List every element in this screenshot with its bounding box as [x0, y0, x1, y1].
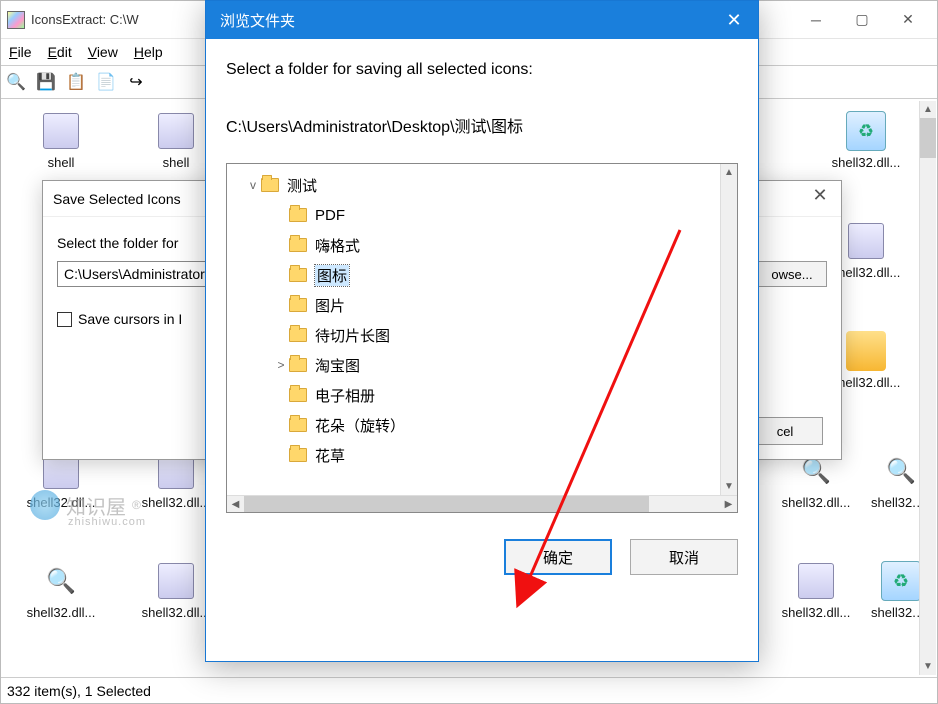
- tree-item-label: 电子相册: [315, 385, 375, 406]
- folder-icon: [289, 358, 307, 372]
- scroll-thumb[interactable]: [920, 118, 936, 158]
- tree-item[interactable]: 花朵（旋转）: [231, 410, 733, 440]
- watermark-logo-icon: [30, 490, 60, 520]
- ok-button[interactable]: 确定: [504, 539, 612, 575]
- folder-icon: [289, 298, 307, 312]
- tree-horizontal-scrollbar[interactable]: ◀ ▶: [227, 495, 737, 512]
- list-item[interactable]: shell32.dll...: [816, 111, 916, 170]
- browse-folder-dialog: 浏览文件夹 ✕ Select a folder for saving all s…: [205, 0, 759, 662]
- search-icon[interactable]: 🔍: [5, 71, 27, 93]
- scroll-down-icon[interactable]: ▼: [920, 658, 936, 675]
- save-icon[interactable]: 💾: [35, 71, 57, 93]
- tree-item-label: 图片: [315, 295, 345, 316]
- folder-icon: [289, 418, 307, 432]
- scroll-left-icon[interactable]: ◀: [227, 499, 244, 510]
- status-text: 332 item(s), 1 Selected: [7, 683, 151, 699]
- tree-item-label: 花草: [315, 445, 345, 466]
- close-icon[interactable]: ✕: [710, 1, 758, 39]
- exit-icon[interactable]: ↪: [125, 71, 147, 93]
- tree-item-label: 待切片长图: [315, 325, 390, 346]
- list-item[interactable]: shell32.dll...: [766, 561, 866, 620]
- tree-vertical-scrollbar[interactable]: ▲ ▼: [720, 164, 737, 495]
- tree-item-label: 花朵（旋转）: [315, 415, 405, 436]
- folder-icon: [289, 328, 307, 342]
- folder-icon: [261, 178, 279, 192]
- folder-icon: [289, 238, 307, 252]
- tree-item-label: PDF: [315, 207, 345, 224]
- tree-item-label: 淘宝图: [315, 355, 360, 376]
- tree-item[interactable]: PDF: [231, 200, 733, 230]
- watermark: 知识屋® zhishiwu.com: [30, 490, 141, 520]
- copy-icon[interactable]: 📋: [65, 71, 87, 93]
- tree-item[interactable]: > 淘宝图: [231, 350, 733, 380]
- expand-icon[interactable]: >: [273, 358, 289, 372]
- tree-item-label: 图标: [315, 265, 349, 286]
- properties-icon[interactable]: 📄: [95, 71, 117, 93]
- statusbar: 332 item(s), 1 Selected: [1, 677, 937, 703]
- expand-icon[interactable]: v: [245, 178, 261, 192]
- tree-item[interactable]: 待切片长图: [231, 320, 733, 350]
- scroll-up-icon[interactable]: ▲: [920, 101, 936, 118]
- scroll-thumb[interactable]: [244, 496, 649, 512]
- list-item[interactable]: shell: [11, 111, 111, 170]
- tree-item-label: 嗨格式: [315, 235, 360, 256]
- scroll-up-icon[interactable]: ▲: [721, 164, 737, 181]
- vertical-scrollbar[interactable]: ▲ ▼: [919, 101, 936, 675]
- dialog-instruction: Select a folder for saving all selected …: [226, 61, 738, 79]
- cancel-button[interactable]: 取消: [630, 539, 738, 575]
- close-icon[interactable]: ✕: [805, 185, 835, 206]
- checkbox-label: Save cursors in I: [78, 311, 182, 327]
- save-cursors-checkbox[interactable]: [57, 312, 72, 327]
- tree-item[interactable]: 花草: [231, 440, 733, 470]
- close-button[interactable]: ✕: [885, 5, 931, 35]
- tree-item[interactable]: 嗨格式: [231, 230, 733, 260]
- menu-help[interactable]: Help: [134, 44, 163, 60]
- menu-view[interactable]: View: [88, 44, 118, 60]
- menu-file[interactable]: File: [9, 44, 32, 60]
- tree-item[interactable]: 电子相册: [231, 380, 733, 410]
- folder-icon: [289, 268, 307, 282]
- maximize-button[interactable]: ▢: [839, 5, 885, 35]
- list-item[interactable]: shell32.dll...: [11, 561, 111, 620]
- scroll-right-icon[interactable]: ▶: [720, 499, 737, 510]
- browse-button[interactable]: owse...: [757, 261, 827, 287]
- tree-item[interactable]: 图片: [231, 290, 733, 320]
- folder-tree[interactable]: v 测试 PDF 嗨格式图标图片待切片长图 > 淘宝图电子相册花朵（旋转） 花草 ▲ ▼ ◀…: [226, 163, 738, 513]
- folder-icon: [289, 388, 307, 402]
- folder-icon: [289, 448, 307, 462]
- menu-edit[interactable]: Edit: [48, 44, 72, 60]
- selected-path: C:\Users\Administrator\Desktop\测试\图标: [226, 113, 738, 137]
- dialog-title[interactable]: 浏览文件夹: [206, 1, 758, 39]
- tree-item[interactable]: 图标: [231, 260, 733, 290]
- minimize-button[interactable]: ─: [793, 5, 839, 35]
- tree-item[interactable]: v 测试: [231, 170, 733, 200]
- tree-item-label: 测试: [287, 175, 317, 196]
- scroll-down-icon[interactable]: ▼: [721, 478, 737, 495]
- watermark-sub: zhishiwu.com: [68, 516, 146, 528]
- app-icon: [7, 11, 25, 29]
- folder-icon: [289, 208, 307, 222]
